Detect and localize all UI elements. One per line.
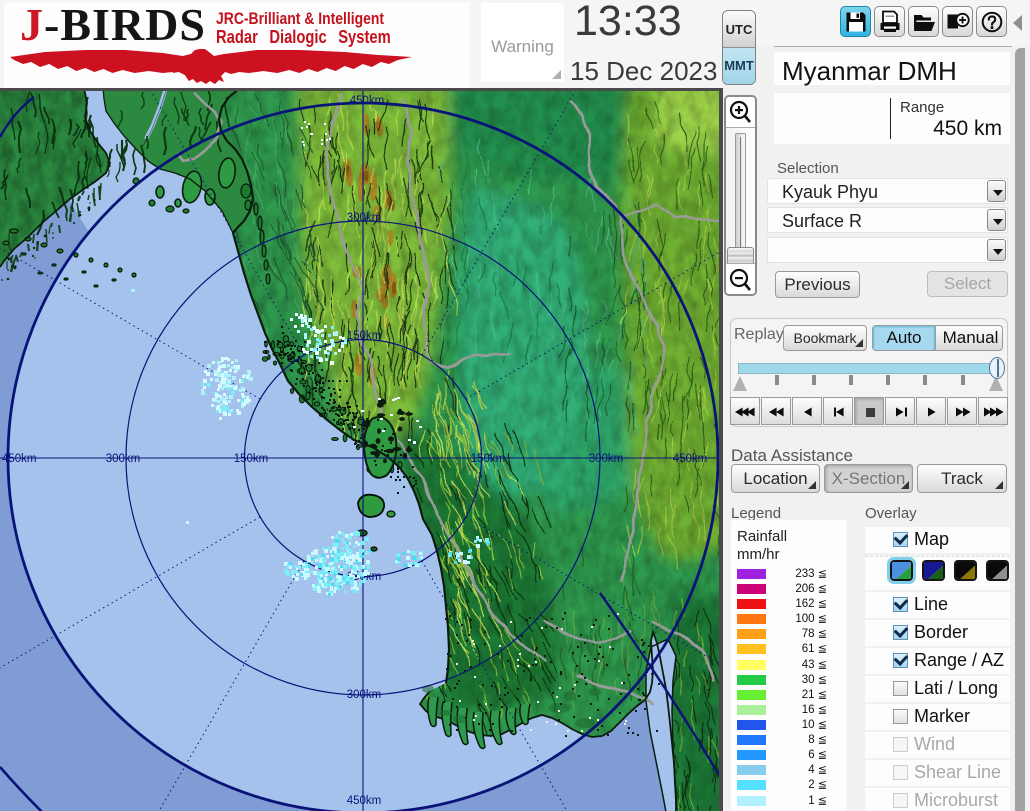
svg-text:450km: 450km <box>2 453 37 465</box>
svg-text:450km: 450km <box>347 795 382 807</box>
svg-text:450km: 450km <box>673 453 708 465</box>
svg-text:150km: 150km <box>347 330 382 342</box>
svg-text:300km: 300km <box>347 212 382 224</box>
svg-text:300km: 300km <box>589 453 624 465</box>
svg-text:150km: 150km <box>471 453 506 465</box>
svg-text:450km: 450km <box>350 95 385 107</box>
svg-text:150km: 150km <box>234 453 269 465</box>
svg-text:300km: 300km <box>347 689 382 701</box>
svg-text:300km: 300km <box>106 453 141 465</box>
